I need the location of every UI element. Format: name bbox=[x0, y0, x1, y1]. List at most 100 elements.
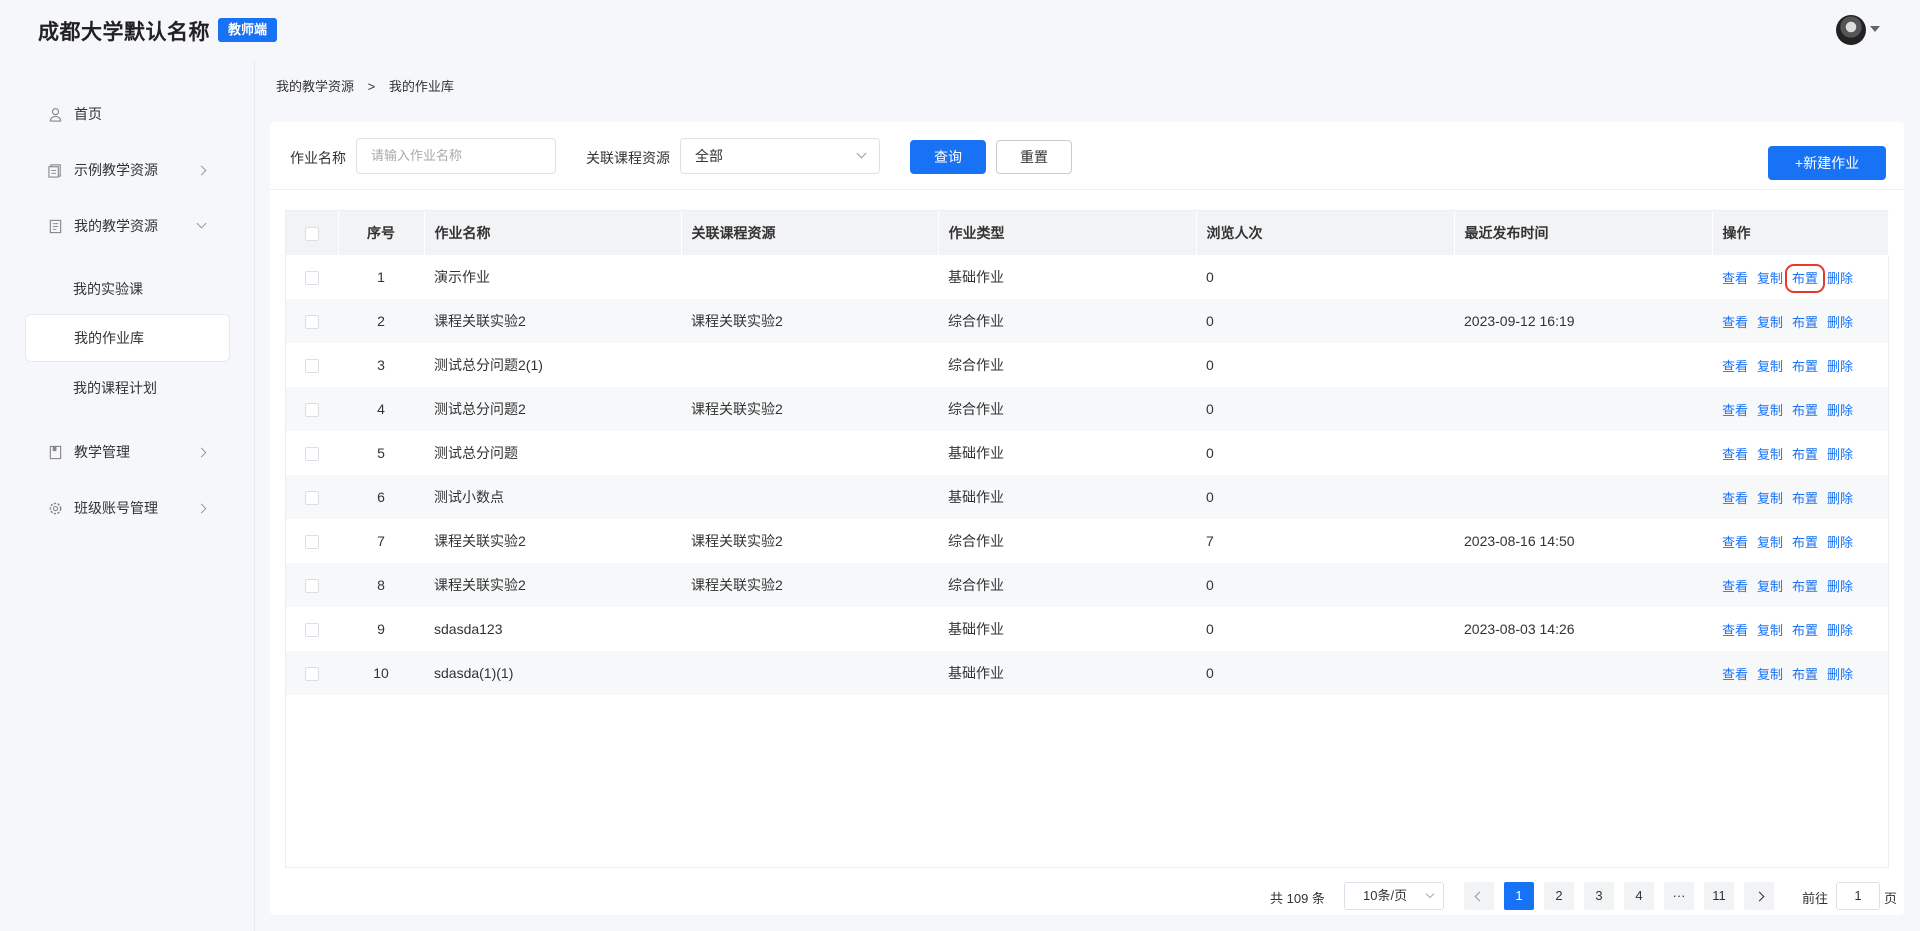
cell-type: 综合作业 bbox=[938, 563, 1196, 607]
assignment-name-input[interactable]: 请输入作业名称 bbox=[356, 138, 556, 174]
sidebar-item-sample-resources[interactable]: 示例教学资源 bbox=[0, 144, 255, 196]
copy-button[interactable]: 复制 bbox=[1757, 447, 1783, 462]
checkbox[interactable] bbox=[305, 271, 319, 286]
sidebar-subitem-course-plan[interactable]: 我的课程计划 bbox=[25, 364, 230, 412]
delete-button[interactable]: 删除 bbox=[1827, 623, 1853, 638]
checkbox[interactable] bbox=[305, 491, 319, 506]
sidebar-item-class-accounts[interactable]: 班级账号管理 bbox=[0, 482, 255, 534]
delete-button[interactable]: 删除 bbox=[1827, 447, 1853, 462]
assign-button[interactable]: 布置 bbox=[1792, 535, 1818, 550]
row-checkbox[interactable] bbox=[286, 343, 338, 387]
view-button[interactable]: 查看 bbox=[1722, 491, 1748, 506]
search-button[interactable]: 查询 bbox=[910, 140, 986, 174]
row-checkbox[interactable] bbox=[286, 563, 338, 607]
assign-button[interactable]: 布置 bbox=[1792, 623, 1818, 638]
checkbox[interactable] bbox=[305, 447, 319, 462]
view-button[interactable]: 查看 bbox=[1722, 579, 1748, 594]
row-checkbox[interactable] bbox=[286, 387, 338, 431]
copy-button[interactable]: 复制 bbox=[1757, 623, 1783, 638]
view-button[interactable]: 查看 bbox=[1722, 359, 1748, 374]
sidebar-item-teaching-management[interactable]: 教学管理 bbox=[0, 426, 255, 478]
delete-button[interactable]: 删除 bbox=[1827, 359, 1853, 374]
more-pages-button[interactable]: ··· bbox=[1664, 882, 1694, 910]
copy-button[interactable]: 复制 bbox=[1757, 579, 1783, 594]
column-header: 作业名称 bbox=[424, 211, 682, 255]
delete-button[interactable]: 删除 bbox=[1827, 315, 1853, 330]
sidebar-subitem-lab-courses[interactable]: 我的实验课 bbox=[25, 265, 230, 313]
view-button[interactable]: 查看 bbox=[1722, 535, 1748, 550]
breadcrumb-parent[interactable]: 我的教学资源 bbox=[276, 79, 354, 94]
checkbox[interactable] bbox=[305, 667, 319, 682]
copy-button[interactable]: 复制 bbox=[1757, 535, 1783, 550]
avatar[interactable] bbox=[1836, 15, 1866, 45]
delete-button[interactable]: 删除 bbox=[1827, 403, 1853, 418]
assign-button[interactable]: 布置 bbox=[1785, 263, 1826, 293]
view-button[interactable]: 查看 bbox=[1722, 271, 1748, 286]
view-button[interactable]: 查看 bbox=[1722, 667, 1748, 682]
delete-button[interactable]: 删除 bbox=[1827, 491, 1853, 506]
row-checkbox[interactable] bbox=[286, 299, 338, 343]
cell-type: 综合作业 bbox=[948, 533, 1004, 549]
assign-button[interactable]: 布置 bbox=[1792, 447, 1818, 462]
row-checkbox[interactable] bbox=[286, 651, 338, 695]
page-button[interactable]: 11 bbox=[1704, 882, 1734, 910]
view-button[interactable]: 查看 bbox=[1722, 623, 1748, 638]
row-checkbox[interactable] bbox=[286, 475, 338, 519]
sidebar-item-home[interactable]: 首页 bbox=[0, 88, 255, 140]
sidebar-item-label: 班级账号管理 bbox=[74, 500, 158, 516]
table-row: 7 课程关联实验2 课程关联实验2 综合作业 7 2023-08-16 14:50 查看 复制… bbox=[286, 519, 1888, 563]
checkbox[interactable] bbox=[305, 403, 319, 418]
assign-button[interactable]: 布置 bbox=[1792, 667, 1818, 682]
sidebar-item-my-resources[interactable]: 我的教学资源 bbox=[0, 200, 255, 252]
delete-button[interactable]: 删除 bbox=[1827, 579, 1853, 594]
copy-button[interactable]: 复制 bbox=[1757, 667, 1783, 682]
page-button[interactable]: 4 bbox=[1624, 882, 1654, 910]
view-button[interactable]: 查看 bbox=[1722, 447, 1748, 462]
assign-button[interactable]: 布置 bbox=[1792, 315, 1818, 330]
caret-down-icon[interactable] bbox=[1870, 26, 1880, 32]
reset-button[interactable]: 重置 bbox=[996, 140, 1072, 174]
copy-button[interactable]: 复制 bbox=[1757, 271, 1783, 286]
view-button[interactable]: 查看 bbox=[1722, 403, 1748, 418]
page-button[interactable]: 2 bbox=[1544, 882, 1574, 910]
checkbox[interactable] bbox=[305, 535, 319, 550]
cell-type: 综合作业 bbox=[938, 299, 1196, 343]
new-assignment-button[interactable]: +新建作业 bbox=[1768, 146, 1886, 180]
delete-button[interactable]: 删除 bbox=[1827, 667, 1853, 682]
table-row: 8 课程关联实验2 课程关联实验2 综合作业 0 查看 复制 布置 删除 bbox=[286, 563, 1888, 607]
assign-button[interactable]: 布置 bbox=[1792, 491, 1818, 506]
delete-button[interactable]: 删除 bbox=[1827, 535, 1853, 550]
copy-button[interactable]: 复制 bbox=[1757, 491, 1783, 506]
checkbox[interactable] bbox=[305, 579, 319, 594]
course-resource-select[interactable]: 全部 bbox=[680, 138, 880, 174]
page-size-select[interactable]: 10条/页 bbox=[1344, 882, 1444, 910]
copy-button[interactable]: 复制 bbox=[1757, 315, 1783, 330]
assign-button[interactable]: 布置 bbox=[1792, 359, 1818, 374]
checkbox[interactable] bbox=[305, 315, 319, 330]
assign-button[interactable]: 布置 bbox=[1792, 579, 1818, 594]
row-checkbox[interactable] bbox=[286, 519, 338, 563]
app-title: 成都大学默认名称 bbox=[38, 21, 210, 44]
view-button[interactable]: 查看 bbox=[1722, 315, 1748, 330]
row-checkbox[interactable] bbox=[286, 607, 338, 651]
copy-button[interactable]: 复制 bbox=[1757, 403, 1783, 418]
copy-button[interactable]: 复制 bbox=[1757, 359, 1783, 374]
sidebar: 首页 示例教学资源 我的教学资源 我的实验课 我的作业库 我的课程计划 教学管理… bbox=[0, 60, 255, 931]
sidebar-subitem-assignment-library[interactable]: 我的作业库 bbox=[25, 314, 230, 362]
goto-page-input[interactable]: 1 bbox=[1836, 882, 1880, 910]
delete-button[interactable]: 删除 bbox=[1827, 271, 1853, 286]
prev-page-button[interactable] bbox=[1464, 882, 1494, 910]
checkbox[interactable] bbox=[305, 623, 319, 638]
select-all-checkbox[interactable] bbox=[286, 211, 339, 255]
column-header: 最近发布时间 bbox=[1454, 211, 1713, 255]
cell-views: 0 bbox=[1206, 445, 1214, 461]
checkbox[interactable] bbox=[305, 359, 319, 374]
page-button[interactable]: 1 bbox=[1504, 882, 1534, 910]
cell-type: 基础作业 bbox=[948, 445, 1004, 461]
assign-button[interactable]: 布置 bbox=[1792, 403, 1818, 418]
page-button[interactable]: 3 bbox=[1584, 882, 1614, 910]
document-icon bbox=[47, 218, 63, 234]
row-checkbox[interactable] bbox=[286, 255, 338, 299]
next-page-button[interactable] bbox=[1744, 882, 1774, 910]
row-checkbox[interactable] bbox=[286, 431, 338, 475]
